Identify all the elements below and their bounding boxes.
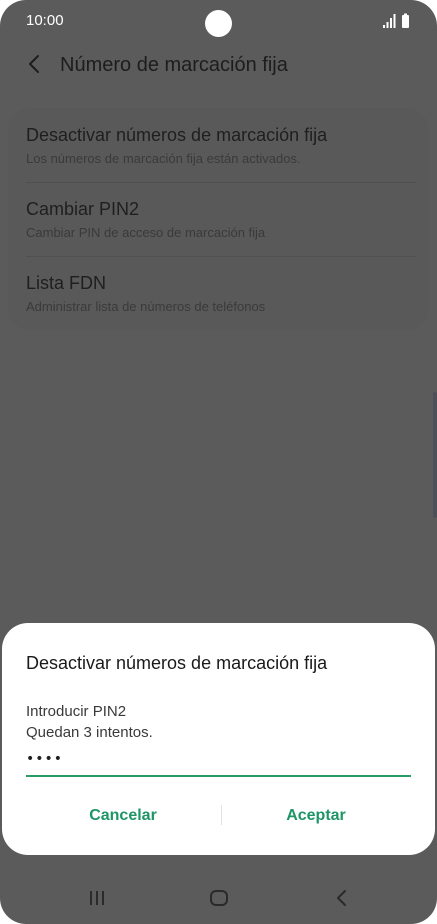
accept-button[interactable]: Aceptar: [216, 801, 416, 831]
dialog-message-pin2: Introducir PIN2: [26, 703, 127, 720]
cancel-button[interactable]: Cancelar: [23, 801, 223, 831]
home-icon[interactable]: [205, 884, 233, 912]
battery-icon: [402, 13, 409, 28]
setting-item-title: Desactivar números de marcación fija: [26, 125, 328, 145]
pin2-input[interactable]: [26, 743, 411, 777]
app-bar: Número de marcación fija: [0, 44, 437, 88]
status-bar: 10:00: [0, 0, 437, 42]
setting-item-subtitle: Cambiar PIN de acceso de marcación fija: [26, 225, 266, 240]
status-icons: [383, 13, 409, 28]
pin-dialog: Desactivar números de marcación fija Int…: [2, 623, 435, 855]
recents-icon[interactable]: [83, 884, 111, 912]
dialog-message-attempts: Quedan 3 intentos.: [26, 724, 153, 741]
setting-item-title: Cambiar PIN2: [26, 199, 140, 219]
status-time: 10:00: [26, 12, 64, 29]
chevron-left-icon[interactable]: [22, 52, 46, 76]
setting-item-change-pin2[interactable]: Cambiar PIN2 Cambiar PIN de acceso de ma…: [8, 182, 429, 256]
settings-card: Desactivar números de marcación fija Los…: [8, 108, 429, 330]
camera-cutout: [205, 10, 232, 37]
edge-panel-handle[interactable]: [433, 392, 437, 518]
setting-item-title: Lista FDN: [26, 273, 107, 293]
dialog-title: Desactivar números de marcación fija: [26, 653, 328, 673]
signal-icon: [383, 14, 396, 28]
navigation-bar: [0, 870, 437, 924]
setting-item-subtitle: Administrar lista de números de teléfono…: [26, 299, 266, 314]
page-title: Número de marcación fija: [60, 54, 288, 76]
setting-item-fdn-list[interactable]: Lista FDN Administrar lista de números d…: [8, 256, 429, 330]
back-icon[interactable]: [328, 884, 356, 912]
phone-screen: 10:00 Número de marcación fija Desactiva…: [0, 0, 437, 924]
setting-item-subtitle: Los números de marcación fija están acti…: [26, 151, 301, 166]
setting-item-deactivate-fdn[interactable]: Desactivar números de marcación fija Los…: [8, 108, 429, 182]
